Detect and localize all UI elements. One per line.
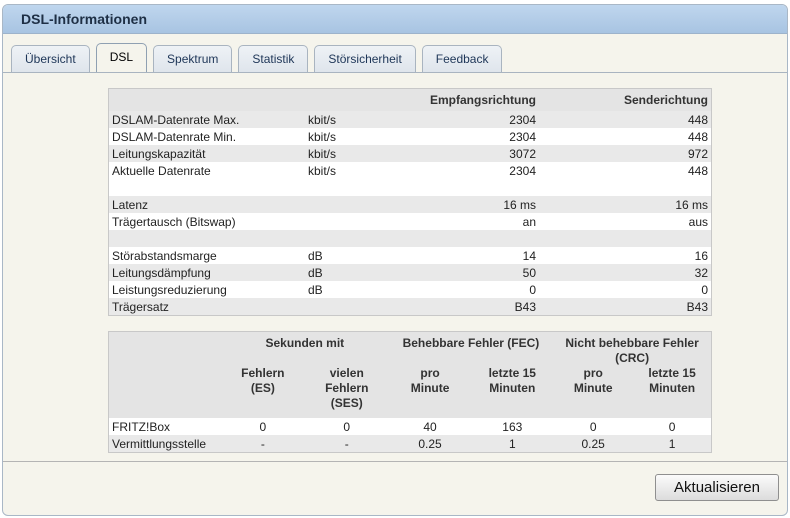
row-unit: kbit/s [305, 145, 395, 162]
row-up: 448 [539, 111, 711, 128]
table-row: Trägertausch (Bitswap) an aus [109, 213, 711, 230]
header-es: Fehlern (ES) [220, 366, 305, 418]
header-up: Senderichtung [539, 89, 711, 111]
dsl-rates-panel: Empfangsrichtung Senderichtung DSLAM-Dat… [108, 88, 712, 316]
row-unit: dB [305, 247, 395, 264]
row-down: 16 ms [395, 196, 539, 213]
row-label: FRITZ!Box [109, 418, 221, 435]
table-row: Störabstandsmarge dB 14 16 [109, 247, 711, 264]
header-seconds: Sekunden mit [220, 332, 389, 366]
dsl-info-window: DSL-Informationen Übersicht DSL Spektrum… [2, 4, 788, 516]
table-row: Leistungsreduzierung dB 0 0 [109, 281, 711, 298]
header-down: Empfangsrichtung [395, 89, 539, 111]
row-up: 32 [539, 264, 711, 281]
row-fec-min: 0.25 [388, 435, 472, 452]
spacer-row [109, 179, 711, 196]
header-crc-15: letzte 15 Minuten [633, 366, 711, 418]
table-row: Trägersatz B43 B43 [109, 298, 711, 315]
row-up: 16 ms [539, 196, 711, 213]
table-row: Vermittlungsstelle - - 0.25 1 0.25 1 [109, 435, 711, 452]
row-up: 448 [539, 162, 711, 179]
table-row: DSLAM-Datenrate Min. kbit/s 2304 448 [109, 128, 711, 145]
header-fec-15: letzte 15 Minuten [471, 366, 554, 418]
tab-divider [3, 72, 787, 73]
row-up: aus [539, 213, 711, 230]
row-label: Leistungsreduzierung [109, 281, 305, 298]
row-ses: - [304, 435, 389, 452]
row-label: DSLAM-Datenrate Min. [109, 128, 305, 145]
row-fec-15: 1 [471, 435, 554, 452]
row-unit [305, 196, 395, 213]
spacer-row [109, 230, 711, 247]
row-label: Leitungskapazität [109, 145, 305, 162]
table-row: FRITZ!Box 0 0 40 163 0 0 [109, 418, 711, 435]
refresh-button[interactable]: Aktualisieren [655, 474, 779, 501]
row-crc-15: 1 [633, 435, 711, 452]
row-label: Leitungsdämpfung [109, 264, 305, 281]
row-down: 0 [395, 281, 539, 298]
row-label: Aktuelle Datenrate [109, 162, 305, 179]
row-up: 16 [539, 247, 711, 264]
row-down: 2304 [395, 111, 539, 128]
row-label: Vermittlungsstelle [109, 435, 221, 452]
table-row: Aktuelle Datenrate kbit/s 2304 448 [109, 162, 711, 179]
row-fec-15: 163 [471, 418, 554, 435]
row-unit: dB [305, 264, 395, 281]
table-row: DSLAM-Datenrate Max. kbit/s 2304 448 [109, 111, 711, 128]
row-up: B43 [539, 298, 711, 315]
row-es: - [220, 435, 305, 452]
header-fec: Behebbare Fehler (FEC) [388, 332, 554, 366]
row-crc-min: 0.25 [553, 435, 634, 452]
row-unit: kbit/s [305, 111, 395, 128]
row-unit: kbit/s [305, 128, 395, 145]
row-label: Störabstandsmarge [109, 247, 305, 264]
row-down: 3072 [395, 145, 539, 162]
tab-statistik[interactable]: Statistik [238, 45, 309, 72]
tab-bar: Übersicht DSL Spektrum Statistik Störsic… [11, 43, 787, 72]
row-label: Latenz [109, 196, 305, 213]
row-ses: 0 [304, 418, 389, 435]
row-down: 2304 [395, 128, 539, 145]
row-down: B43 [395, 298, 539, 315]
tab-spektrum[interactable]: Spektrum [153, 45, 233, 72]
error-stats-panel: Sekunden mit Behebbare Fehler (FEC) Nich… [108, 331, 712, 453]
tab-uebersicht[interactable]: Übersicht [11, 45, 90, 72]
row-up: 0 [539, 281, 711, 298]
row-down: 2304 [395, 162, 539, 179]
row-label: DSLAM-Datenrate Max. [109, 111, 305, 128]
row-down: 50 [395, 264, 539, 281]
row-label: Trägersatz [109, 298, 305, 315]
header-ses: vielen Fehlern (SES) [304, 366, 389, 418]
tab-feedback[interactable]: Feedback [421, 45, 503, 72]
row-fec-min: 40 [388, 418, 472, 435]
row-unit: kbit/s [305, 162, 395, 179]
row-label: Trägertausch (Bitswap) [109, 213, 305, 230]
group-header-row: Sekunden mit Behebbare Fehler (FEC) Nich… [109, 332, 711, 366]
row-up: 448 [539, 128, 711, 145]
row-crc-min: 0 [553, 418, 634, 435]
header-crc-min: pro Minute [553, 366, 634, 418]
table-header-row: Empfangsrichtung Senderichtung [109, 89, 711, 111]
row-up: 972 [539, 145, 711, 162]
row-unit [305, 298, 395, 315]
table-row: Leitungsdämpfung dB 50 32 [109, 264, 711, 281]
tab-dsl[interactable]: DSL [95, 43, 148, 72]
row-unit: dB [305, 281, 395, 298]
sub-header-row: Fehlern (ES) vielen Fehlern (SES) pro Mi… [109, 366, 711, 418]
row-crc-15: 0 [633, 418, 711, 435]
row-down: 14 [395, 247, 539, 264]
error-stats-table: Sekunden mit Behebbare Fehler (FEC) Nich… [109, 332, 711, 452]
footer-divider [3, 461, 787, 462]
header-fec-min: pro Minute [388, 366, 472, 418]
row-down: an [395, 213, 539, 230]
tab-stoersicherheit[interactable]: Störsicherheit [314, 45, 416, 72]
header-crc: Nicht behebbare Fehler (CRC) [553, 332, 711, 366]
window-title: DSL-Informationen [3, 5, 787, 34]
row-es: 0 [220, 418, 305, 435]
row-unit [305, 213, 395, 230]
table-row: Leitungskapazität kbit/s 3072 972 [109, 145, 711, 162]
dsl-rates-table: Empfangsrichtung Senderichtung DSLAM-Dat… [109, 89, 711, 315]
table-row: Latenz 16 ms 16 ms [109, 196, 711, 213]
